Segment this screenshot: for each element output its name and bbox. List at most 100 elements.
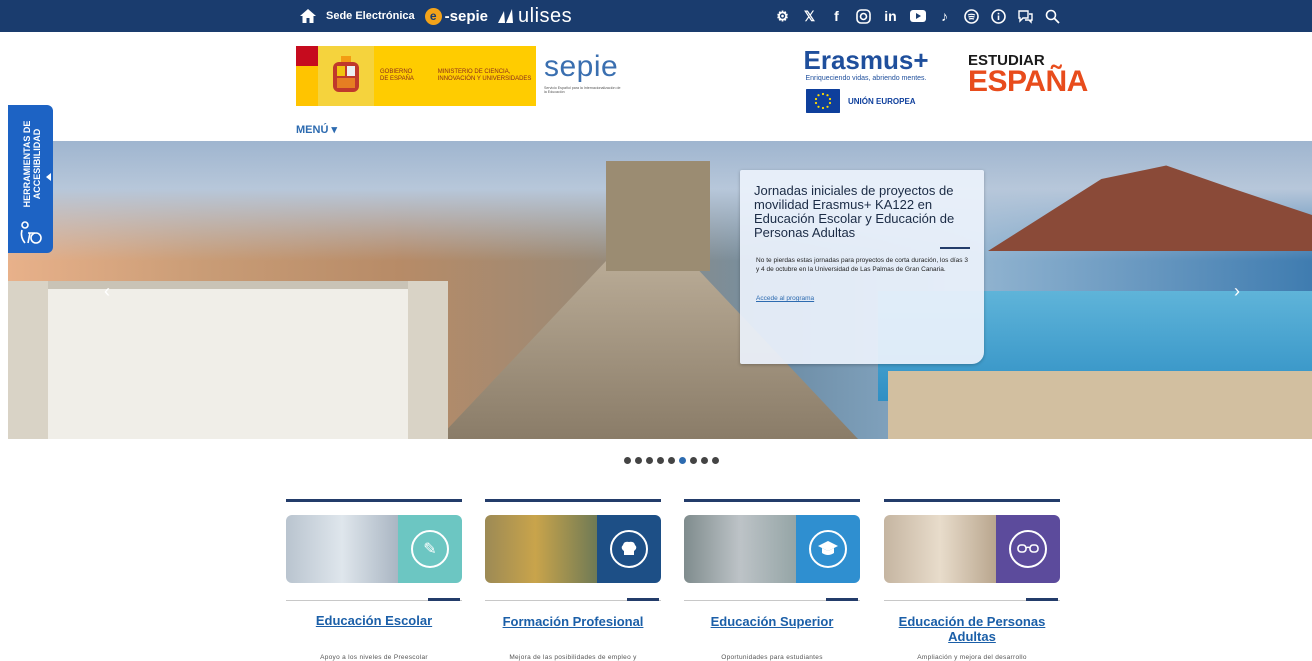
card-educacion-adultos[interactable]: Educación de Personas Adultas Ampliación… [884, 499, 1060, 661]
tiktok-icon[interactable]: ♪ [936, 8, 953, 25]
page: Sede Electrónica e -sepie ulises ⚙ 𝕏 f i… [0, 0, 1312, 661]
card-tile [597, 515, 661, 583]
chat-icon[interactable] [1017, 8, 1034, 25]
carousel-dot[interactable] [701, 457, 708, 464]
accessibility-label-box: HERRAMIENTAS DE ACCESIBILIDAD [12, 107, 48, 215]
carousel-dot[interactable] [646, 457, 653, 464]
carousel-next-icon[interactable]: › [1234, 281, 1240, 302]
hero-carousel: ‹ › [8, 141, 1312, 439]
esepie-logo-letter: e [424, 7, 442, 25]
card-rule-accent [428, 598, 460, 601]
card-heading[interactable]: Educación Superior [684, 614, 860, 629]
card-formacion-profesional[interactable]: Formación Profesional Mejora de las posi… [485, 499, 661, 661]
menu-toggle[interactable]: MENÚ ▾ [296, 123, 337, 136]
erasmus-logo[interactable]: Erasmus+ Enriqueciendo vidas, abriendo m… [786, 46, 946, 82]
accessibility-person-icon [20, 221, 42, 244]
chef-hat-icon [610, 530, 648, 568]
hero-city-right [888, 371, 1312, 439]
card-rule-accent [627, 598, 659, 601]
settings-people-icon[interactable]: ⚙ [774, 8, 791, 25]
card-image[interactable]: ✎ [286, 515, 462, 583]
esepie-label: -sepie [444, 7, 489, 25]
gov-text: Gobierno de España Ministerio de Ciencia… [374, 46, 536, 106]
social-links: ⚙ 𝕏 f in ♪ [774, 0, 1061, 32]
card-tile [996, 515, 1060, 583]
card-top-rule [884, 499, 1060, 502]
gov-line2: Ministerio de Ciencia, Innovación y Univ… [437, 68, 532, 82]
card-top-rule [286, 499, 462, 502]
sepie-subtitle: Servicio Español para la Internacionaliz… [544, 86, 621, 95]
carousel-dot[interactable] [668, 457, 675, 464]
carousel-dot[interactable] [690, 457, 697, 464]
gov-line1: Gobierno de España [380, 68, 414, 82]
spotify-icon[interactable] [963, 8, 980, 25]
spain-flag [296, 46, 318, 106]
card-image[interactable] [684, 515, 860, 583]
hero-title: Jornadas iniciales de proyectos de movil… [754, 183, 955, 240]
carousel-dot[interactable] [657, 457, 664, 464]
card-photo [286, 515, 398, 583]
gobierno-espana-logo[interactable]: Gobierno de España Ministerio de Ciencia… [296, 46, 536, 106]
top-bar: Sede Electrónica e -sepie ulises ⚙ 𝕏 f i… [0, 0, 1312, 32]
ulises-label: ulises [518, 4, 573, 27]
eu-flag-icon [806, 89, 840, 113]
hero-divider [940, 247, 970, 249]
estudiar-espana-logo[interactable]: ESTUDIAR ESPAÑA [968, 53, 1088, 98]
facebook-icon[interactable]: f [828, 8, 845, 25]
carousel-dot[interactable] [679, 457, 686, 464]
card-rule-accent [1026, 598, 1058, 601]
erasmus-name: Erasmus+ [803, 45, 929, 75]
caret-left-icon [46, 173, 51, 181]
eu-logo[interactable]: UNIÓN EUROPEA [806, 89, 916, 113]
erasmus-slogan: Enriqueciendo vidas, abriendo mentes. [805, 75, 927, 82]
carousel-dot[interactable] [712, 457, 719, 464]
info-icon[interactable] [990, 8, 1007, 25]
card-top-rule [684, 499, 860, 502]
card-desc: Ampliación y mejora del desarrollo [917, 654, 1027, 661]
card-heading[interactable]: Educación de Personas Adultas [884, 614, 1060, 644]
card-educacion-escolar[interactable]: ✎ Educación Escolar Apoyo a los niveles … [286, 499, 462, 661]
card-tile: ✎ [398, 515, 462, 583]
card-photo [485, 515, 597, 583]
search-icon[interactable] [1044, 8, 1061, 25]
card-image[interactable] [485, 515, 661, 583]
eu-label: UNIÓN EUROPEA [848, 96, 916, 106]
hero-caption: Jornadas iniciales de proyectos de movil… [740, 170, 984, 364]
carousel-prev-icon[interactable]: ‹ [104, 281, 110, 302]
linkedin-icon[interactable]: in [882, 8, 899, 25]
ulises-link[interactable]: ulises [498, 5, 572, 28]
home-icon[interactable] [300, 9, 316, 23]
pencil-icon: ✎ [411, 530, 449, 568]
card-photo [884, 515, 996, 583]
card-desc: Apoyo a los niveles de Preescolar [320, 654, 428, 661]
card-desc: Mejora de las posibilidades de empleo y [509, 654, 637, 661]
hero-body: No te pierdas estas jornadas para proyec… [756, 257, 968, 273]
hero-cathedral [606, 161, 710, 271]
card-top-rule [485, 499, 661, 502]
sede-electronica-link[interactable]: Sede Electrónica [326, 10, 415, 22]
card-image[interactable] [884, 515, 1060, 583]
ulises-logo-icon [498, 9, 514, 23]
card-rule-accent [826, 598, 858, 601]
sepie-logo[interactable]: sepie Servicio Español para la Internaci… [544, 52, 624, 100]
graduation-cap-icon [809, 530, 847, 568]
carousel-indicators [624, 457, 719, 464]
carousel-dot[interactable] [635, 457, 642, 464]
card-desc: Oportunidades para estudiantes [721, 654, 823, 661]
esepie-link[interactable]: e -sepie [424, 7, 489, 25]
card-educacion-superior[interactable]: Educación Superior Oportunidades para es… [684, 499, 860, 661]
x-icon[interactable]: 𝕏 [801, 8, 818, 25]
sepie-word: sepie [544, 50, 619, 83]
carousel-dot[interactable] [624, 457, 631, 464]
estudiar-line2: ESPAÑA [968, 64, 1088, 98]
instagram-icon[interactable] [855, 8, 872, 25]
card-tile [796, 515, 860, 583]
hero-link[interactable]: Accede al programa [756, 295, 814, 302]
youtube-icon[interactable] [909, 8, 926, 25]
glasses-icon [1009, 530, 1047, 568]
card-heading[interactable]: Educación Escolar [286, 613, 462, 628]
accessibility-tools-tab[interactable]: HERRAMIENTAS DE ACCESIBILIDAD [8, 105, 53, 253]
card-heading[interactable]: Formación Profesional [485, 614, 661, 629]
hero-town-hall [48, 281, 408, 439]
card-photo [684, 515, 796, 583]
